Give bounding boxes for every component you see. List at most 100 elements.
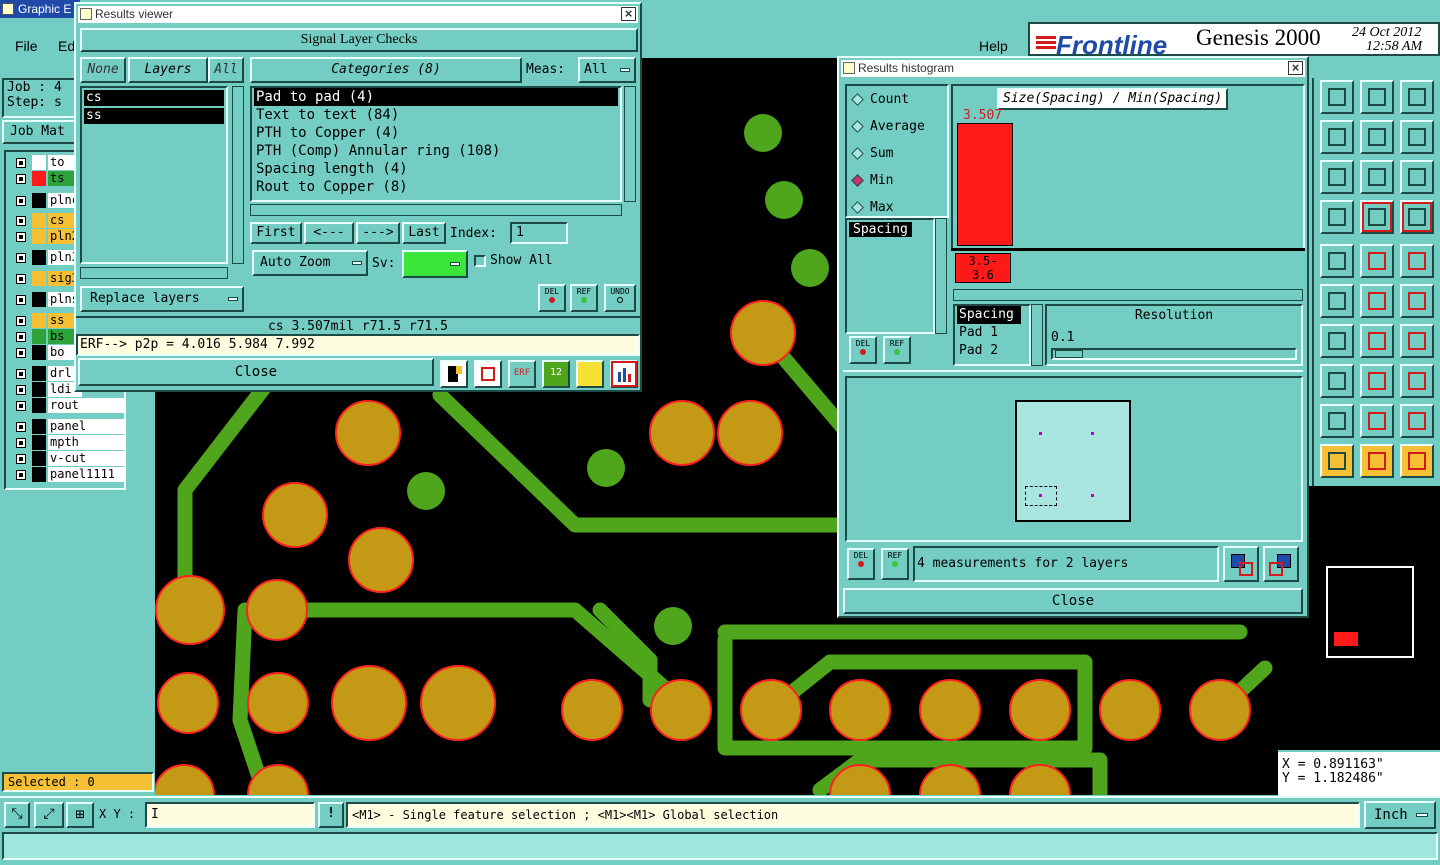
- layer-checkbox[interactable]: [16, 385, 26, 395]
- export-icon[interactable]: [1223, 546, 1259, 582]
- xy-input[interactable]: I: [145, 802, 315, 828]
- last-button[interactable]: Last: [402, 222, 446, 244]
- job-matrix-button[interactable]: Job Mat: [2, 120, 76, 144]
- layer-align-icon-2[interactable]: [1400, 200, 1434, 234]
- show-all-checkbox[interactable]: [474, 255, 486, 267]
- histogram-field-item[interactable]: Spacing: [849, 222, 912, 237]
- layer-checkbox[interactable]: [16, 332, 26, 342]
- layer-list-item[interactable]: cs: [84, 90, 224, 106]
- index-input[interactable]: 1: [510, 222, 568, 244]
- layer-checkbox[interactable]: [16, 438, 26, 448]
- bottom-del-button[interactable]: DEL: [847, 548, 875, 580]
- line-icon[interactable]: [1320, 324, 1354, 358]
- layer-checkbox[interactable]: [16, 196, 26, 206]
- resolution-slider[interactable]: [1051, 348, 1297, 360]
- stat-option-count[interactable]: Count: [851, 90, 909, 110]
- arc-icon[interactable]: [1320, 404, 1354, 438]
- replace-layers-select[interactable]: Replace layers: [80, 286, 244, 312]
- sequence-icon[interactable]: 12: [542, 360, 570, 388]
- preview-box[interactable]: [1015, 400, 1131, 522]
- histogram-icon[interactable]: [610, 360, 638, 388]
- grid-snap-icon[interactable]: ⊞: [66, 802, 94, 828]
- help-icon[interactable]: [1400, 160, 1434, 194]
- menu-help[interactable]: Help: [979, 38, 1008, 54]
- split-icon[interactable]: [1320, 364, 1354, 398]
- category-item[interactable]: Spacing length (4): [254, 160, 618, 178]
- histogram-titlebar[interactable]: Results histogram ×: [841, 60, 1305, 77]
- layer-checkbox[interactable]: [16, 348, 26, 358]
- splitter[interactable]: [843, 370, 1303, 374]
- measurement-fields[interactable]: Spacing Pad 1 Pad 2: [953, 304, 1031, 366]
- arc-icon-3[interactable]: [1400, 404, 1434, 438]
- layer-list-scrollbar[interactable]: [232, 86, 244, 264]
- layer-checkbox[interactable]: [16, 422, 26, 432]
- category-item[interactable]: Text to text (84): [254, 106, 618, 124]
- layer-checkbox[interactable]: [16, 274, 26, 284]
- scale-icon[interactable]: [1360, 160, 1394, 194]
- polygon-icon[interactable]: [1320, 244, 1354, 278]
- zoom-fit-icon[interactable]: ⤡: [4, 802, 30, 828]
- layer-checkbox[interactable]: [16, 454, 26, 464]
- layer-checkbox[interactable]: [16, 470, 26, 480]
- layer-row[interactable]: panel1111: [12, 467, 130, 482]
- select-icon[interactable]: [1320, 444, 1354, 478]
- arc-icon-2[interactable]: [1360, 404, 1394, 438]
- layer-align-icon[interactable]: [1360, 200, 1394, 234]
- stat-option-average[interactable]: Average: [851, 117, 925, 137]
- shape-icon[interactable]: [1400, 364, 1434, 398]
- undo-button[interactable]: UNDO: [604, 284, 636, 312]
- units-select[interactable]: Inch: [1364, 801, 1436, 829]
- layer-row[interactable]: rout: [12, 398, 130, 413]
- layer-checkbox[interactable]: [16, 232, 26, 242]
- import-icon[interactable]: [1320, 120, 1354, 154]
- close-button[interactable]: Close: [78, 358, 434, 386]
- measurement-fields-scrollbar[interactable]: [1031, 304, 1043, 366]
- sv-color-select[interactable]: [402, 250, 468, 278]
- ruler-icon[interactable]: [1360, 244, 1394, 278]
- histogram-field-list[interactable]: Spacing: [845, 218, 935, 334]
- import-icon[interactable]: [1263, 546, 1299, 582]
- close-icon[interactable]: ×: [1288, 61, 1303, 75]
- layer-list-hscroll[interactable]: [80, 267, 228, 279]
- ref-button[interactable]: REF: [570, 284, 598, 312]
- menu-edit[interactable]: Ed: [58, 38, 75, 54]
- alert-icon[interactable]: !: [318, 802, 344, 828]
- histogram-bar[interactable]: [957, 123, 1013, 246]
- hist-del-button[interactable]: DEL: [849, 336, 877, 364]
- measurement-field-item[interactable]: Spacing: [957, 306, 1021, 324]
- category-item[interactable]: PTH to Copper (4): [254, 124, 618, 142]
- layer-list[interactable]: cs ss: [80, 86, 228, 264]
- layer-checkbox[interactable]: [16, 216, 26, 226]
- layer-row[interactable]: mpth: [12, 435, 130, 450]
- select-icon-3[interactable]: [1400, 444, 1434, 478]
- layer-checkbox[interactable]: [16, 316, 26, 326]
- layer-checkbox[interactable]: [16, 295, 26, 305]
- notes-icon[interactable]: [576, 360, 604, 388]
- category-item[interactable]: PTH (Comp) Annular ring (108): [254, 142, 618, 160]
- bottom-ref-button[interactable]: REF: [881, 548, 909, 580]
- next-button[interactable]: --->: [356, 222, 400, 244]
- first-button[interactable]: First: [250, 222, 302, 244]
- highlight-icon[interactable]: [440, 360, 468, 388]
- flip-icon[interactable]: [1400, 120, 1434, 154]
- layer-checkbox[interactable]: [16, 253, 26, 263]
- home-icon[interactable]: [1360, 80, 1394, 114]
- layer-list-item[interactable]: ss: [84, 108, 224, 124]
- window-icon[interactable]: [1400, 80, 1434, 114]
- category-list-scrollbar[interactable]: [624, 86, 636, 202]
- prev-button[interactable]: <---: [304, 222, 354, 244]
- measure-icon[interactable]: [1360, 364, 1394, 398]
- del-button[interactable]: DEL: [538, 284, 566, 312]
- select-icon-2[interactable]: [1360, 444, 1394, 478]
- route-icon[interactable]: [1400, 324, 1434, 358]
- report-icon[interactable]: [474, 360, 502, 388]
- measurement-field-item[interactable]: Pad 1: [957, 324, 1027, 342]
- auto-zoom-select[interactable]: Auto Zoom: [252, 250, 368, 276]
- all-button[interactable]: All: [208, 57, 244, 83]
- erf-icon[interactable]: ERF: [508, 360, 536, 388]
- hist-ref-button[interactable]: REF: [883, 336, 911, 364]
- histogram-hscroll[interactable]: [953, 289, 1303, 301]
- category-item[interactable]: Rout to Copper (8): [254, 178, 618, 196]
- menu-file[interactable]: File: [15, 38, 38, 54]
- move-icon[interactable]: [1320, 160, 1354, 194]
